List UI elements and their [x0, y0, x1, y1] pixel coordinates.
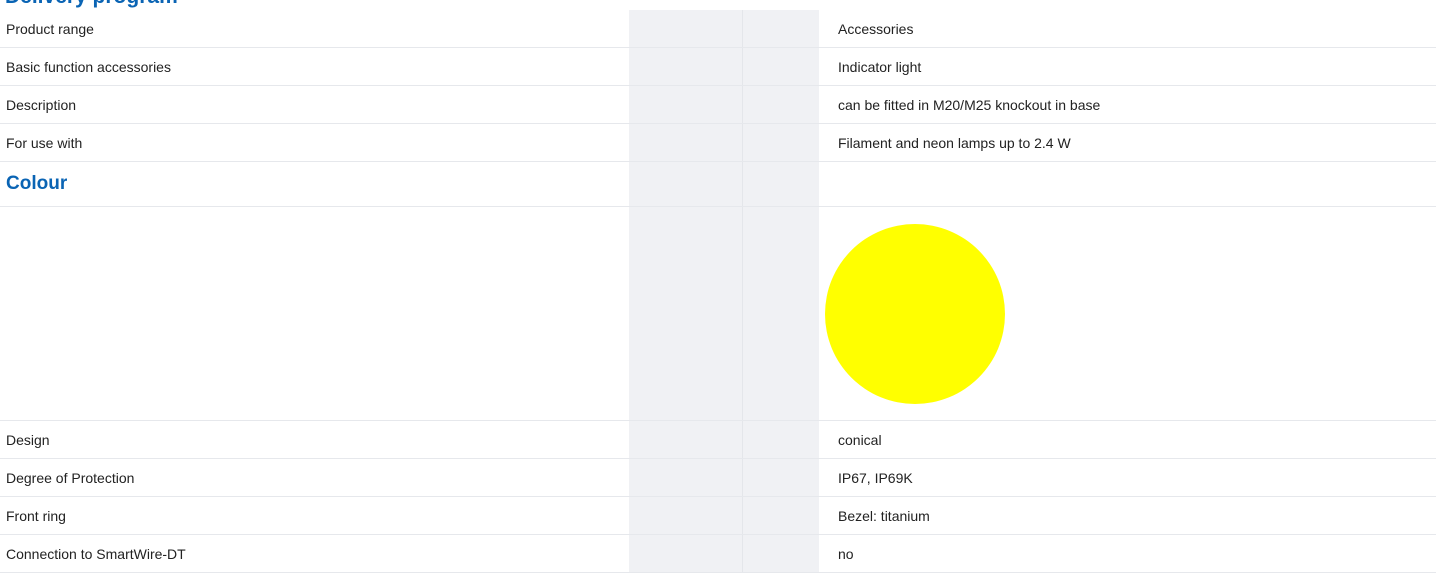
row-label: Connection to SmartWire-DT [6, 545, 186, 562]
row-label: Basic function accessories [6, 58, 171, 75]
spacer-column [743, 48, 819, 85]
spacer-column [743, 207, 819, 420]
spacer-column [629, 535, 743, 572]
row-label: Description [6, 96, 77, 113]
spacer-column [629, 86, 743, 123]
table-row: Connection to SmartWire-DT no [0, 535, 1436, 573]
row-value: Bezel: titanium [838, 507, 930, 524]
row-label: Front ring [6, 507, 66, 524]
table-row: Product range Accessories [0, 10, 1436, 48]
spacer-column [629, 124, 743, 161]
colour-swatch-row [0, 207, 1436, 421]
colour-section-heading: Colour [6, 173, 68, 194]
spacer-column [629, 421, 743, 458]
table-row: Front ring Bezel: titanium [0, 497, 1436, 535]
spacer-column [743, 86, 819, 123]
spacer-column [629, 162, 743, 206]
spacer-column [629, 48, 743, 85]
section-header-row: Colour [0, 162, 1436, 207]
spacer-column [629, 10, 743, 47]
row-value: Accessories [838, 20, 914, 37]
spacer-column [629, 207, 743, 420]
row-label: For use with [6, 134, 83, 151]
spacer-column [743, 497, 819, 534]
spacer-column [743, 162, 819, 206]
row-value: conical [838, 431, 882, 448]
spacer-column [629, 497, 743, 534]
row-value: can be fitted in M20/M25 knockout in bas… [838, 96, 1101, 113]
row-value: IP67, IP69K [838, 469, 913, 486]
row-label: Design [6, 431, 50, 448]
section-title: Delivery program [5, 0, 178, 8]
table-row: Design conical [0, 421, 1436, 459]
table-row: Description can be fitted in M20/M25 kno… [0, 86, 1436, 124]
yellow-colour-swatch [825, 224, 1005, 404]
spacer-column [743, 535, 819, 572]
swatch-cell [819, 207, 1436, 420]
spacer-column [629, 459, 743, 496]
row-label: Degree of Protection [6, 469, 135, 486]
spacer-column [743, 459, 819, 496]
row-value: no [838, 545, 854, 562]
spacer-column [743, 124, 819, 161]
spec-table: Product range Accessories Basic function… [0, 10, 1436, 573]
table-row: Basic function accessories Indicator lig… [0, 48, 1436, 86]
table-row: Degree of Protection IP67, IP69K [0, 459, 1436, 497]
spacer-column [743, 421, 819, 458]
row-value: Indicator light [838, 58, 922, 75]
empty-label [0, 207, 629, 420]
row-value: Filament and neon lamps up to 2.4 W [838, 134, 1071, 151]
table-row: For use with Filament and neon lamps up … [0, 124, 1436, 162]
spacer-column [743, 10, 819, 47]
empty-value [819, 162, 1436, 206]
row-label: Product range [6, 20, 94, 37]
